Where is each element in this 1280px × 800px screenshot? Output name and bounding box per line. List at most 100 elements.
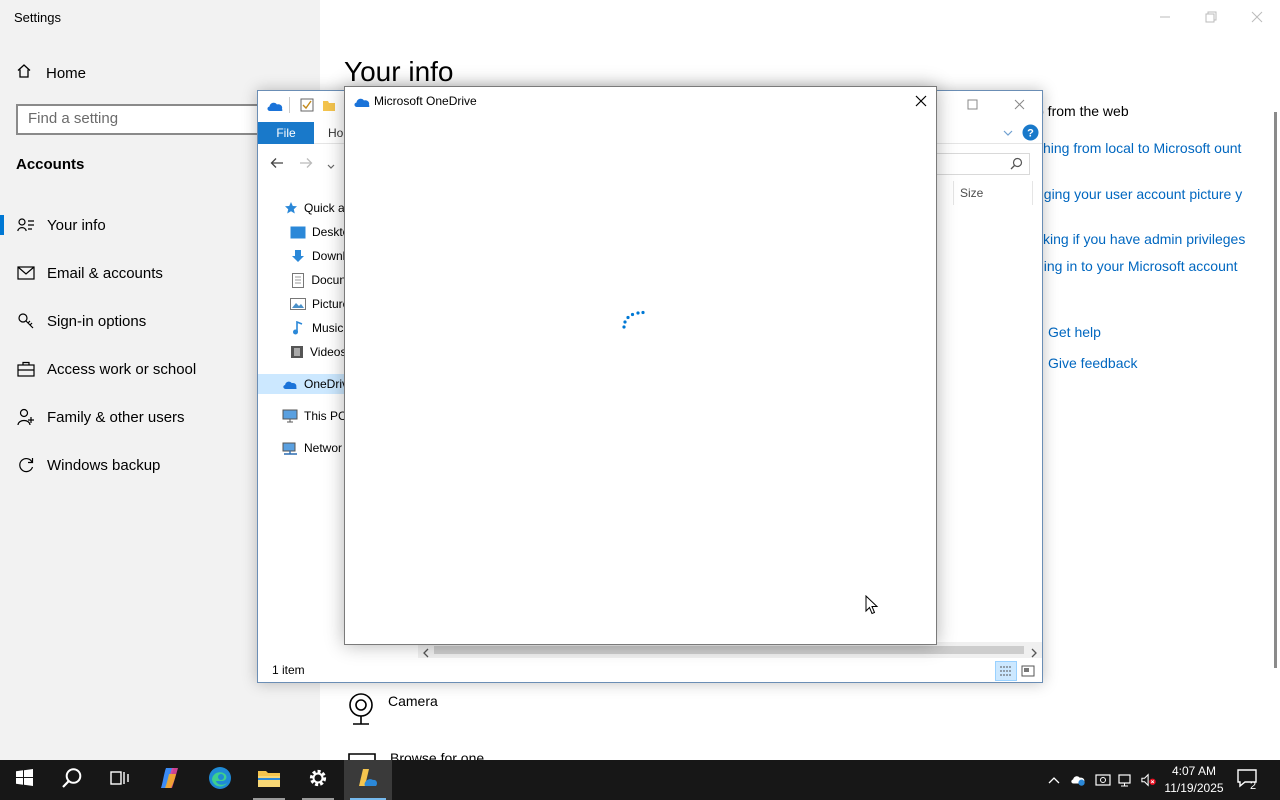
nav-network[interactable]: Networ	[282, 438, 346, 458]
pictures-icon	[290, 296, 306, 312]
properties-icon[interactable]	[300, 98, 314, 117]
help-link-switching-account[interactable]: ching from local to Microsoft ount	[1036, 139, 1266, 157]
column-separator	[1032, 181, 1033, 205]
home-icon	[16, 63, 32, 83]
meet-now-icon[interactable]	[1095, 772, 1111, 788]
key-icon	[16, 311, 36, 331]
nav-label: Networ	[304, 441, 343, 455]
dialog-close-button[interactable]	[911, 92, 931, 110]
gear-icon	[307, 767, 329, 794]
add-person-icon	[16, 407, 36, 427]
column-separator	[953, 181, 954, 205]
mail-icon	[16, 263, 36, 283]
search-icon	[61, 767, 83, 794]
nav-music[interactable]: Music	[290, 318, 346, 338]
nav-label: This PC	[304, 409, 346, 423]
onedrive-dialog: Microsoft OneDrive	[344, 86, 937, 645]
recent-chevron-icon[interactable]	[327, 158, 335, 176]
nav-this-pc[interactable]: This PC	[282, 406, 346, 426]
home-nav-item[interactable]: Home	[16, 62, 86, 84]
nav-videos[interactable]: Videos	[290, 342, 346, 362]
camera-icon	[346, 692, 376, 729]
desktop-folder-icon	[290, 224, 306, 240]
settings-button[interactable]	[294, 760, 342, 800]
copilot-button[interactable]	[146, 760, 194, 800]
explorer-maximize-button[interactable]	[962, 95, 982, 113]
nav-documents[interactable]: Docun	[290, 270, 346, 290]
start-button[interactable]	[0, 760, 48, 800]
minimize-button[interactable]	[1155, 8, 1175, 26]
nav-label: Music	[312, 321, 344, 335]
back-arrow-icon[interactable]	[270, 156, 284, 174]
nav-pictures[interactable]: Picture	[290, 294, 346, 314]
edge-button[interactable]	[196, 760, 244, 800]
nav-label: Sign-in options	[47, 312, 147, 330]
nav-label: Windows backup	[47, 456, 161, 474]
network-icon	[282, 440, 298, 456]
search-button[interactable]	[48, 760, 96, 800]
onedrive-taskbar-button[interactable]	[344, 760, 392, 800]
app-title: Settings	[14, 10, 61, 25]
nav-label: Deskto	[312, 225, 346, 239]
home-label: Home	[46, 64, 87, 82]
task-view-icon	[110, 769, 130, 792]
chevron-down-icon[interactable]	[1002, 126, 1014, 144]
camera-label: Camera	[388, 693, 438, 709]
help-icon[interactable]: ?	[1022, 124, 1039, 146]
chevron-up-icon[interactable]	[1046, 772, 1062, 788]
give-feedback-link[interactable]: Give feedback	[1048, 355, 1138, 371]
forward-arrow-icon[interactable]	[299, 156, 313, 174]
details-view-icon[interactable]	[995, 661, 1017, 681]
loading-spinner-icon	[621, 307, 647, 333]
nav-downloads[interactable]: Downl	[290, 246, 346, 266]
onedrive-sync-icon[interactable]	[1070, 772, 1086, 788]
column-header-size[interactable]: Size	[960, 186, 983, 200]
download-arrow-icon	[290, 248, 306, 264]
nav-label: Picture	[312, 297, 346, 311]
search-icon	[1010, 157, 1023, 175]
windows-logo-icon	[15, 769, 33, 791]
new-folder-icon[interactable]	[322, 98, 336, 117]
help-link-change-picture[interactable]: nging your user account picture y	[1036, 185, 1266, 203]
status-item-count: 1 item	[272, 663, 305, 677]
nav-label: Email & accounts	[47, 264, 163, 282]
nav-label: Family & other users	[47, 408, 185, 426]
mouse-cursor-icon	[865, 594, 879, 620]
nav-quick-access[interactable]: Quick ac	[284, 198, 346, 218]
network-icon[interactable]	[1118, 772, 1134, 788]
large-icons-view-icon[interactable]	[1021, 664, 1035, 682]
close-button[interactable]	[1247, 8, 1267, 26]
nav-onedrive[interactable]: OneDriv	[258, 374, 346, 394]
explorer-search-input[interactable]	[936, 153, 1030, 175]
explorer-close-button[interactable]	[1009, 95, 1029, 113]
tab-home[interactable]: Ho	[328, 126, 343, 140]
task-view-button[interactable]	[96, 760, 144, 800]
music-note-icon	[290, 320, 306, 336]
film-icon	[290, 344, 304, 360]
camera-option[interactable]: Camera	[346, 692, 438, 729]
onedrive-app-icon	[357, 767, 379, 794]
settings-scrollbar[interactable]	[1274, 112, 1277, 668]
explorer-nav-pane: Quick ac Deskto Downl Docun Picture Musi…	[258, 186, 346, 656]
divider	[289, 97, 290, 113]
get-help-link[interactable]: Get help	[1048, 324, 1101, 340]
clock-time: 4:07 AM	[1171, 764, 1217, 778]
copilot-icon	[158, 767, 182, 794]
help-link-sign-in-account[interactable]: ging in to your Microsoft account	[1036, 257, 1266, 275]
system-clock[interactable]: 4:07 AM 11/19/2025	[1160, 763, 1228, 797]
volume-muted-icon[interactable]	[1141, 772, 1157, 788]
onedrive-cloud-icon	[266, 99, 284, 117]
notification-center-button[interactable]	[1236, 768, 1262, 792]
scroll-right-icon[interactable]	[1030, 645, 1038, 663]
restore-button[interactable]	[1201, 8, 1221, 26]
file-explorer-button[interactable]	[245, 760, 293, 800]
notification-count-badge: 2	[1250, 780, 1257, 792]
taskbar: 4:07 AM 11/19/2025 2	[0, 760, 1280, 800]
scroll-left-icon[interactable]	[422, 645, 430, 663]
help-link-admin-privileges[interactable]: cking if you have admin privileges	[1036, 230, 1266, 248]
tab-file[interactable]: File	[258, 122, 314, 144]
scrollbar-thumb[interactable]	[434, 646, 1024, 654]
nav-label: Docun	[311, 273, 346, 287]
nav-desktop[interactable]: Deskto	[290, 222, 346, 242]
star-icon	[284, 200, 298, 216]
